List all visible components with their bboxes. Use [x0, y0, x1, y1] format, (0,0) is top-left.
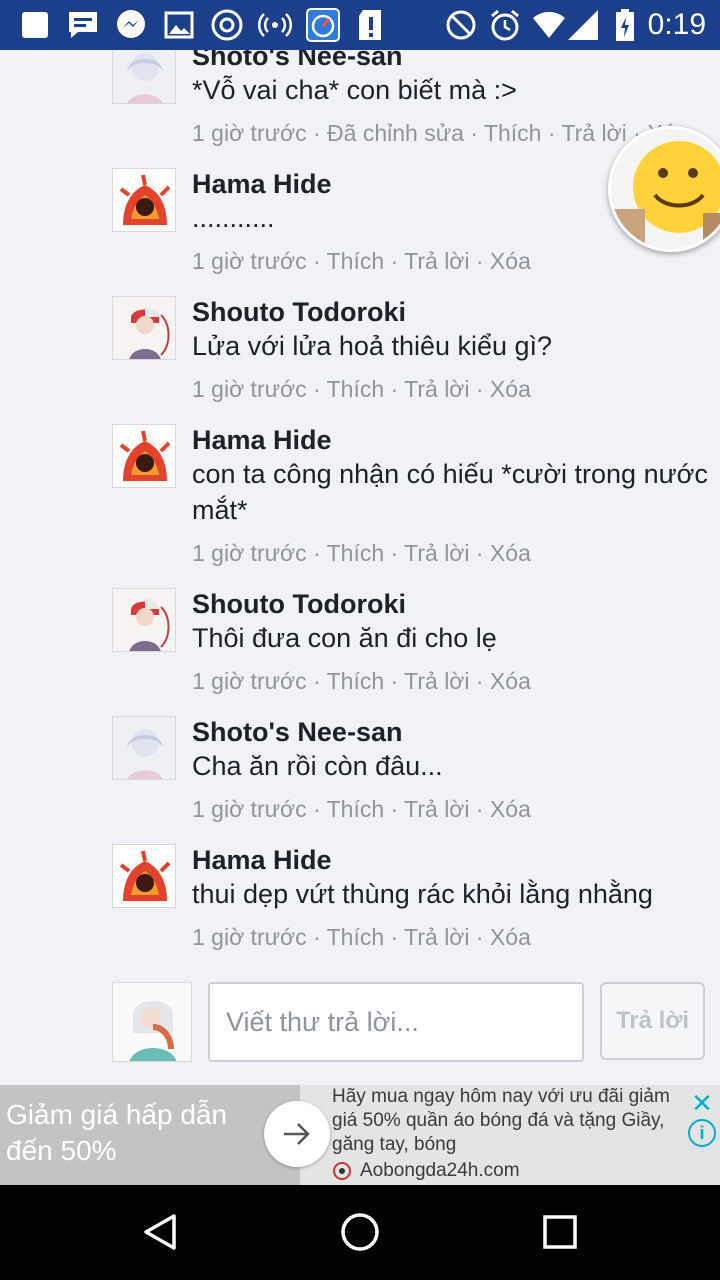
- avatar[interactable]: [112, 588, 176, 652]
- speedometer-icon: [306, 8, 340, 42]
- ad-close-icon[interactable]: ✕: [688, 1089, 716, 1117]
- site-favicon-icon: [333, 1162, 351, 1180]
- reply-avatar: [112, 982, 192, 1062]
- alarm-icon: [488, 8, 522, 42]
- ad-description: Hãy mua ngay hôm nay với ưu đãi giảm giá…: [332, 1086, 670, 1155]
- comment-meta[interactable]: 1 giờ trước · Thích · Trả lời · Xóa: [192, 794, 712, 824]
- comment-author[interactable]: Hama Hide: [192, 424, 712, 456]
- comment-text: *Vỗ vai cha* con biết mà :>: [192, 75, 517, 105]
- chrome-icon: [210, 8, 244, 42]
- comment-author[interactable]: Shouto Todoroki: [192, 588, 712, 620]
- navigation-bar: [0, 1185, 720, 1280]
- ad-banner[interactable]: Giảm giá hấp dẫn đến 50% Hãy mua ngay hô…: [0, 1085, 720, 1185]
- comment-text: Lửa với lửa hoả thiêu kiểu gì?: [192, 331, 553, 361]
- ad-site-label: Aobongda24h.com: [360, 1160, 520, 1181]
- comment-author[interactable]: Shouto Todoroki: [192, 296, 712, 328]
- sdcard-alert-icon: [354, 8, 388, 42]
- avatar[interactable]: [112, 716, 176, 780]
- ad-site[interactable]: Aobongda24h.com: [332, 1159, 682, 1183]
- avatar[interactable]: [112, 424, 176, 488]
- messages-icon: [66, 8, 100, 42]
- messenger-icon: [114, 8, 148, 42]
- home-icon[interactable]: [335, 1207, 385, 1257]
- gallery-icon: [162, 8, 196, 42]
- comment-text: thui dẹp vứt thùng rác khỏi lằng nhằng: [192, 879, 653, 909]
- ad-info-icon[interactable]: i: [688, 1119, 716, 1147]
- ad-headline: Giảm giá hấp dẫn đến 50%: [6, 1099, 228, 1166]
- comment-text: Cha ăn rồi còn đâu...: [192, 751, 443, 781]
- battery-icon: [608, 8, 642, 42]
- ad-image[interactable]: Giảm giá hấp dẫn đến 50%: [0, 1085, 300, 1185]
- back-icon[interactable]: [135, 1207, 185, 1257]
- comment-text: con ta công nhận có hiếu *cười trong nướ…: [192, 459, 708, 525]
- avatar[interactable]: [112, 296, 176, 360]
- comment-meta[interactable]: 1 giờ trước · Thích · Trả lời · Xóa: [192, 666, 712, 696]
- chat-head-smiley-icon: [611, 129, 720, 249]
- comment-author[interactable]: Shoto's Nee-san: [192, 50, 712, 72]
- avatar[interactable]: [112, 50, 176, 104]
- reply-button[interactable]: Trả lời: [600, 982, 705, 1060]
- arrow-right-icon: [284, 1123, 310, 1145]
- signal-icon: [566, 8, 600, 42]
- clock: 0:19: [647, 8, 706, 41]
- avatar[interactable]: [112, 844, 176, 908]
- ad-arrow-button[interactable]: [264, 1101, 330, 1167]
- comment-meta[interactable]: 1 giờ trước · Thích · Trả lời · Xóa: [192, 922, 712, 952]
- comment-meta[interactable]: 1 giờ trước · Thích · Trả lời · Xóa: [192, 538, 712, 568]
- comment-meta[interactable]: 1 giờ trước · Thích · Trả lời · Xóa: [192, 374, 712, 404]
- comment-author[interactable]: Shoto's Nee-san: [192, 716, 712, 748]
- do-not-disturb-icon: [444, 8, 478, 42]
- notification-square-icon: [18, 8, 52, 42]
- avatar[interactable]: [112, 168, 176, 232]
- hotspot-icon: [258, 8, 292, 42]
- wifi-icon: [532, 8, 566, 42]
- comment-text: Thôi đưa con ăn đi cho lẹ: [192, 623, 497, 653]
- comment-author[interactable]: Hama Hide: [192, 844, 712, 876]
- status-bar: 0:19: [0, 0, 720, 50]
- reply-input[interactable]: [208, 982, 584, 1062]
- recent-apps-icon[interactable]: [535, 1207, 585, 1257]
- comment-meta[interactable]: 1 giờ trước · Thích · Trả lời · Xóa: [192, 246, 712, 276]
